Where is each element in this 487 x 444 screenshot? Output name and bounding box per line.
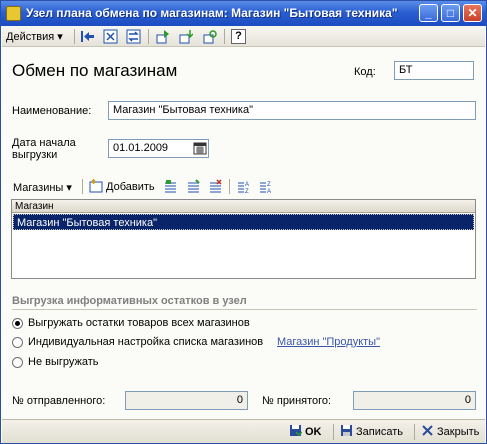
delete-icon[interactable] <box>208 179 223 194</box>
swap-icon[interactable] <box>126 29 141 44</box>
close-window-button[interactable]: ✕ <box>463 4 482 22</box>
column-header-store[interactable]: Магазин <box>12 200 475 213</box>
code-label: Код: <box>354 66 376 78</box>
ok-button[interactable]: OK <box>289 424 322 438</box>
date-label-line1: Дата начала <box>12 137 76 149</box>
toolbar-divider <box>229 179 230 194</box>
toolbar-divider <box>148 29 149 44</box>
svg-text:Z: Z <box>267 182 271 188</box>
radio-no-export-label[interactable]: Не выгружать <box>28 356 99 368</box>
app-icon <box>6 6 21 21</box>
ok-label: OK <box>305 426 322 438</box>
close-button[interactable]: Закрыть <box>421 424 479 438</box>
footer-divider <box>333 424 334 440</box>
sort-ascending-icon[interactable]: AZ <box>236 179 251 195</box>
radio-individual[interactable] <box>12 337 23 348</box>
toolbar-divider <box>82 179 83 194</box>
section-divider <box>12 309 477 310</box>
edit-icon[interactable] <box>163 179 178 194</box>
window-title: Узел плана обмена по магазинам: Магазин … <box>26 6 398 20</box>
formula-icon[interactable] <box>103 29 118 44</box>
svg-text:A: A <box>267 189 271 194</box>
upload-icon[interactable] <box>155 29 170 44</box>
radio-individual-label[interactable]: Индивидуальная настройка списка магазино… <box>28 336 263 348</box>
svg-text:A: A <box>245 182 249 188</box>
download-icon[interactable] <box>178 29 193 44</box>
save-close-icon <box>289 424 303 437</box>
radio-no-export[interactable] <box>12 357 23 368</box>
export-section-title: Выгрузка информативных остатков в узел <box>12 295 247 307</box>
date-label-line2: выгрузки <box>12 149 58 161</box>
sent-number-field[interactable]: 0 <box>125 391 248 410</box>
toolbar-divider <box>224 29 225 44</box>
command-bar: Действия ▾ ? <box>2 26 485 47</box>
form-heading: Обмен по магазинам <box>12 61 178 80</box>
calendar-icon[interactable] <box>193 140 207 157</box>
radio-export-all[interactable] <box>12 318 23 329</box>
sent-label: № отправленного: <box>12 395 106 407</box>
help-icon[interactable]: ? <box>231 29 246 44</box>
table-row[interactable]: Магазин "Бытовая техника" <box>13 214 474 230</box>
stores-table[interactable]: Магазин Магазин "Бытовая техника" <box>11 199 476 279</box>
name-label: Наименование: <box>12 105 92 117</box>
minimize-button[interactable]: _ <box>419 4 438 22</box>
sort-descending-icon[interactable]: ZA <box>258 179 273 195</box>
svg-text:Z: Z <box>245 189 249 194</box>
maximize-button[interactable]: □ <box>441 4 460 22</box>
name-field[interactable]: Магазин "Бытовая техника" <box>108 101 476 120</box>
code-field[interactable]: БТ <box>394 61 474 80</box>
back-arrow-icon[interactable] <box>80 29 95 44</box>
close-icon <box>421 424 434 437</box>
add-icon[interactable] <box>89 179 104 194</box>
footer-divider <box>414 424 415 440</box>
title-bar[interactable]: Узел плана обмена по магазинам: Магазин … <box>1 1 486 26</box>
save-button[interactable]: Записать <box>340 424 403 438</box>
received-number-field[interactable]: 0 <box>353 391 476 410</box>
received-label: № принятого: <box>262 395 332 407</box>
add-button[interactable]: Добавить <box>106 181 155 193</box>
save-icon <box>340 424 353 437</box>
save-label: Записать <box>356 426 404 438</box>
footer-bar: OK Записать Закрыть <box>2 419 485 443</box>
refresh-icon[interactable] <box>202 29 217 44</box>
close-label: Закрыть <box>437 426 480 438</box>
radio-export-all-label[interactable]: Выгружать остатки товаров всех магазинов <box>28 317 250 329</box>
actions-menu[interactable]: Действия ▾ <box>6 30 63 43</box>
exchange-node-window: Узел плана обмена по магазинам: Магазин … <box>0 0 487 444</box>
stores-link[interactable]: Магазин "Продукты" <box>277 336 380 348</box>
toolbar-divider <box>74 29 75 44</box>
stores-menu[interactable]: Магазины ▾ <box>13 181 72 194</box>
copy-icon[interactable] <box>186 179 201 194</box>
